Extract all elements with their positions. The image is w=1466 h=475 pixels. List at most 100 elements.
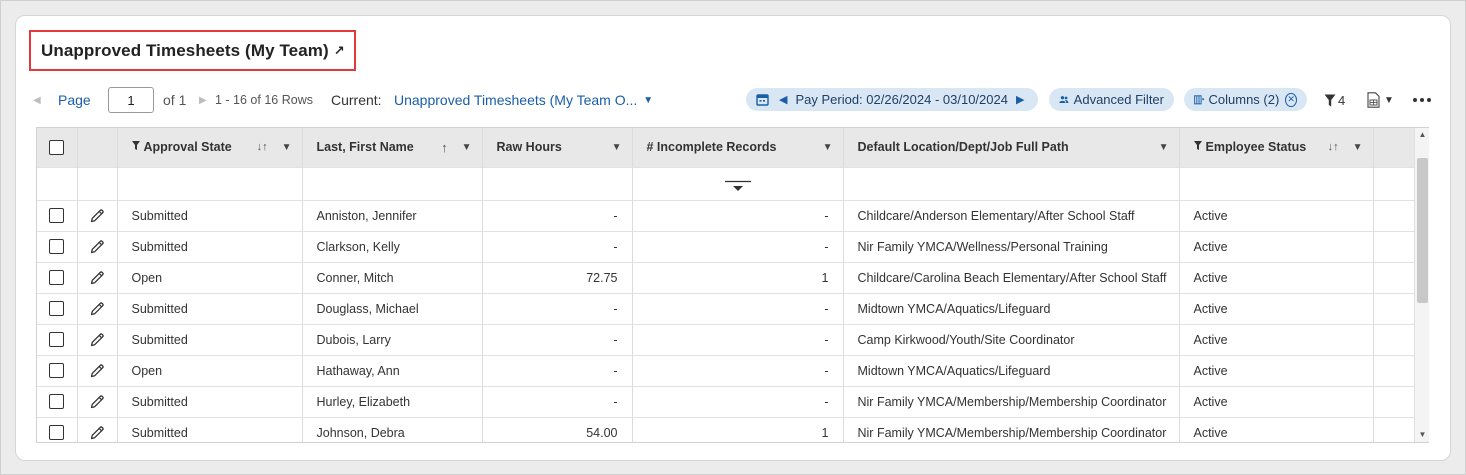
pencil-edit-icon[interactable]	[89, 425, 105, 441]
column-label: # Incomplete Records	[646, 140, 777, 155]
name-cell: Johnson, Debra	[302, 417, 483, 442]
prev-period-icon[interactable]: ◀	[779, 93, 787, 106]
raw-hours-cell: -	[482, 231, 633, 263]
column-menu-icon[interactable]: ▼	[462, 142, 472, 153]
scroll-down-icon[interactable]: ▼	[1415, 428, 1430, 442]
columns-button[interactable]: Columns (2) ✕	[1184, 88, 1307, 111]
filter-count-button[interactable]: 4	[1324, 86, 1345, 114]
table-row[interactable]: Submitted Clarkson, Kelly - - Nir Family…	[37, 231, 1416, 263]
pencil-edit-icon[interactable]	[89, 394, 105, 410]
row-checkbox[interactable]	[49, 301, 65, 317]
select-all-checkbox[interactable]	[49, 139, 65, 155]
employee-status-cell: Active	[1179, 293, 1374, 325]
incomplete-records-cell: -	[632, 355, 844, 387]
export-document-icon[interactable]	[1367, 92, 1380, 108]
column-menu-icon[interactable]: ▼	[823, 142, 833, 153]
advanced-filter-label[interactable]: Advanced Filter	[1074, 92, 1164, 107]
row-checkbox[interactable]	[49, 363, 65, 379]
employee-status-cell: Active	[1179, 386, 1374, 418]
filter-cell[interactable]	[482, 167, 633, 201]
column-header-employee-status[interactable]: Employee Status ↓↑ ▼	[1179, 128, 1374, 168]
current-view-label: Current:	[331, 92, 382, 108]
widget-title[interactable]: Unapproved Timesheets (My Team)	[41, 41, 329, 61]
column-header-location-path[interactable]: Default Location/Dept/Job Full Path ▼	[843, 128, 1180, 168]
next-page-icon[interactable]: ▶	[199, 86, 207, 114]
export-button[interactable]: ▼	[1367, 86, 1394, 114]
sort-both-icon[interactable]: ↓↑	[257, 141, 268, 153]
filter-cell	[1373, 167, 1416, 201]
pencil-edit-icon[interactable]	[89, 239, 105, 255]
table-row[interactable]: Open Conner, Mitch 72.75 1 Childcare/Car…	[37, 262, 1416, 294]
row-select-cell	[37, 386, 78, 418]
incomplete-records-cell: -	[632, 231, 844, 263]
table-row[interactable]: Submitted Douglass, Michael - - Midtown …	[37, 293, 1416, 325]
column-menu-icon[interactable]: ▼	[282, 142, 292, 153]
filter-icon[interactable]	[1324, 94, 1336, 107]
table-row[interactable]: Submitted Johnson, Debra 54.00 1 Nir Fam…	[37, 417, 1416, 442]
advanced-filter-button[interactable]: Advanced Filter	[1049, 88, 1174, 111]
raw-hours-cell: -	[482, 324, 633, 356]
column-label: Last, First Name	[316, 140, 414, 155]
raw-hours-cell: 72.75	[482, 262, 633, 294]
pencil-edit-icon[interactable]	[89, 363, 105, 379]
column-label: Employee Status	[1205, 140, 1307, 155]
sort-ascending-icon[interactable]: ↑	[441, 140, 448, 155]
table-row[interactable]: Submitted Dubois, Larry - - Camp Kirkwoo…	[37, 324, 1416, 356]
clear-columns-icon[interactable]: ✕	[1285, 92, 1297, 107]
widget-title-box[interactable]: Unapproved Timesheets (My Team) ↗	[29, 30, 356, 71]
table-row[interactable]: Submitted Hurley, Elizabeth - - Nir Fami…	[37, 386, 1416, 418]
column-menu-icon[interactable]: ▼	[1353, 142, 1363, 153]
columns-icon	[1194, 94, 1205, 104]
column-header-incomplete-records[interactable]: # Incomplete Records ▼	[632, 128, 844, 168]
page-number-input[interactable]	[108, 87, 154, 113]
table-row[interactable]: Submitted Anniston, Jennifer - - Childca…	[37, 200, 1416, 232]
sort-both-icon[interactable]: ↓↑	[1328, 141, 1339, 153]
pencil-edit-icon[interactable]	[89, 270, 105, 286]
scroll-up-icon[interactable]: ▲	[1415, 128, 1430, 142]
table-row[interactable]: Open Hathaway, Ann - - Midtown YMCA/Aqua…	[37, 355, 1416, 387]
pay-period-selector[interactable]: ◀ Pay Period: 02/26/2024 - 03/10/2024 ▶	[746, 88, 1038, 111]
scrollbar-thumb[interactable]	[1417, 158, 1428, 303]
vertical-scrollbar[interactable]: ▲ ▼	[1414, 128, 1429, 442]
current-view-value[interactable]: Unapproved Timesheets (My Team O...	[394, 92, 637, 108]
filter-cell[interactable]	[1179, 167, 1374, 201]
row-checkbox[interactable]	[49, 208, 65, 224]
page-label[interactable]: Page	[58, 92, 91, 108]
location-path-cell: Childcare/Anderson Elementary/After Scho…	[843, 200, 1180, 232]
filter-count[interactable]: 4	[1338, 93, 1345, 108]
next-period-icon[interactable]: ▶	[1016, 93, 1024, 106]
filter-row	[37, 167, 1416, 201]
raw-hours-cell: -	[482, 386, 633, 418]
row-checkbox[interactable]	[49, 394, 65, 410]
columns-label[interactable]: Columns (2)	[1209, 92, 1280, 107]
incomplete-records-cell: -	[632, 200, 844, 232]
row-checkbox[interactable]	[49, 332, 65, 348]
column-menu-icon[interactable]: ▼	[612, 142, 622, 153]
current-view-dropdown[interactable]: Unapproved Timesheets (My Team O... ▼	[394, 86, 653, 114]
filter-cell[interactable]	[843, 167, 1180, 201]
filter-cell[interactable]	[302, 167, 483, 201]
export-chevron-down-icon[interactable]: ▼	[1384, 95, 1394, 106]
column-header-raw-hours[interactable]: Raw Hours ▼	[482, 128, 633, 168]
column-menu-icon[interactable]: ▼	[1159, 142, 1169, 153]
pencil-edit-icon[interactable]	[89, 208, 105, 224]
row-checkbox[interactable]	[49, 425, 65, 441]
employee-status-cell: Active	[1179, 417, 1374, 442]
external-link-icon[interactable]: ↗	[334, 43, 345, 59]
row-spacer-cell	[1373, 293, 1416, 325]
row-spacer-cell	[1373, 417, 1416, 442]
filter-cell[interactable]	[117, 167, 303, 201]
row-checkbox[interactable]	[49, 239, 65, 255]
prev-page-icon[interactable]: ◀	[33, 86, 41, 114]
pencil-edit-icon[interactable]	[89, 301, 105, 317]
more-options-icon[interactable]	[1412, 86, 1432, 114]
filter-cell[interactable]	[632, 167, 844, 201]
column-header-approval-state[interactable]: Approval State ↓↑ ▼	[117, 128, 303, 168]
pencil-edit-icon[interactable]	[89, 332, 105, 348]
row-checkbox[interactable]	[49, 270, 65, 286]
chevron-down-icon[interactable]: ▼	[643, 95, 653, 106]
pay-period-label[interactable]: Pay Period: 02/26/2024 - 03/10/2024	[795, 92, 1008, 107]
column-header-name[interactable]: Last, First Name ↑ ▼	[302, 128, 483, 168]
calendar-icon[interactable]	[756, 93, 769, 106]
numeric-filter-icon[interactable]	[724, 180, 752, 192]
